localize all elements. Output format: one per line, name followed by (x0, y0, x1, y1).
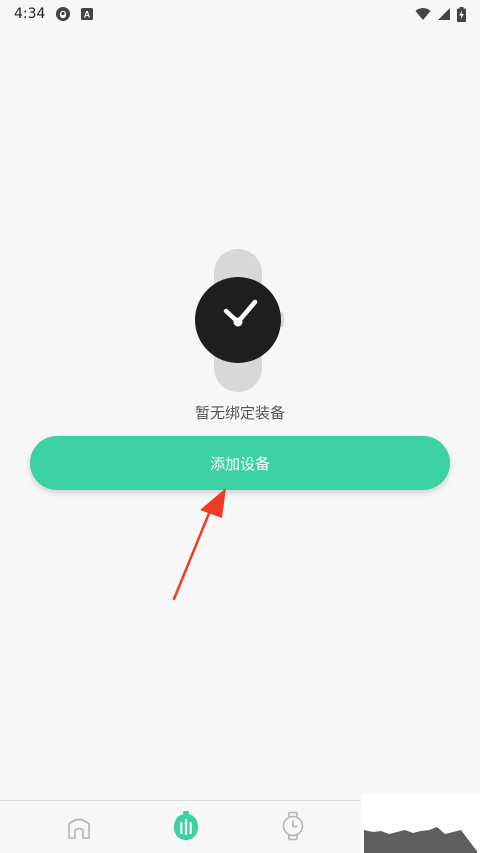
thumbnail-overlay (361, 794, 480, 853)
nav-home[interactable] (62, 809, 96, 843)
add-device-button[interactable]: 添加设备 (30, 436, 450, 490)
a-notification-icon: A (81, 8, 94, 20)
wifi-icon (415, 7, 431, 21)
red-arrow-annotation (172, 488, 226, 601)
status-right (415, 6, 466, 22)
status-bar: 4:34 A (0, 0, 480, 28)
watch-illustration (195, 249, 284, 392)
empty-state-message: 暂无绑定装备 (194, 404, 285, 422)
nav-watch[interactable] (276, 809, 310, 843)
battery-charging-icon (457, 6, 466, 22)
notification-letter: A (84, 10, 91, 20)
home-icon (68, 818, 90, 839)
watch-center (233, 317, 243, 327)
nav-health[interactable] (169, 809, 203, 843)
waveform-thumbnail (361, 794, 480, 853)
status-left: 4:34 A (14, 6, 94, 22)
status-time: 4:34 (14, 6, 46, 22)
signal-icon (437, 7, 451, 21)
health-icon (174, 811, 198, 840)
watch-icon (282, 811, 304, 841)
device-screen: 4:34 A 暂无绑定装备 添加设备 (0, 0, 480, 853)
qq-notification-icon (55, 6, 71, 22)
